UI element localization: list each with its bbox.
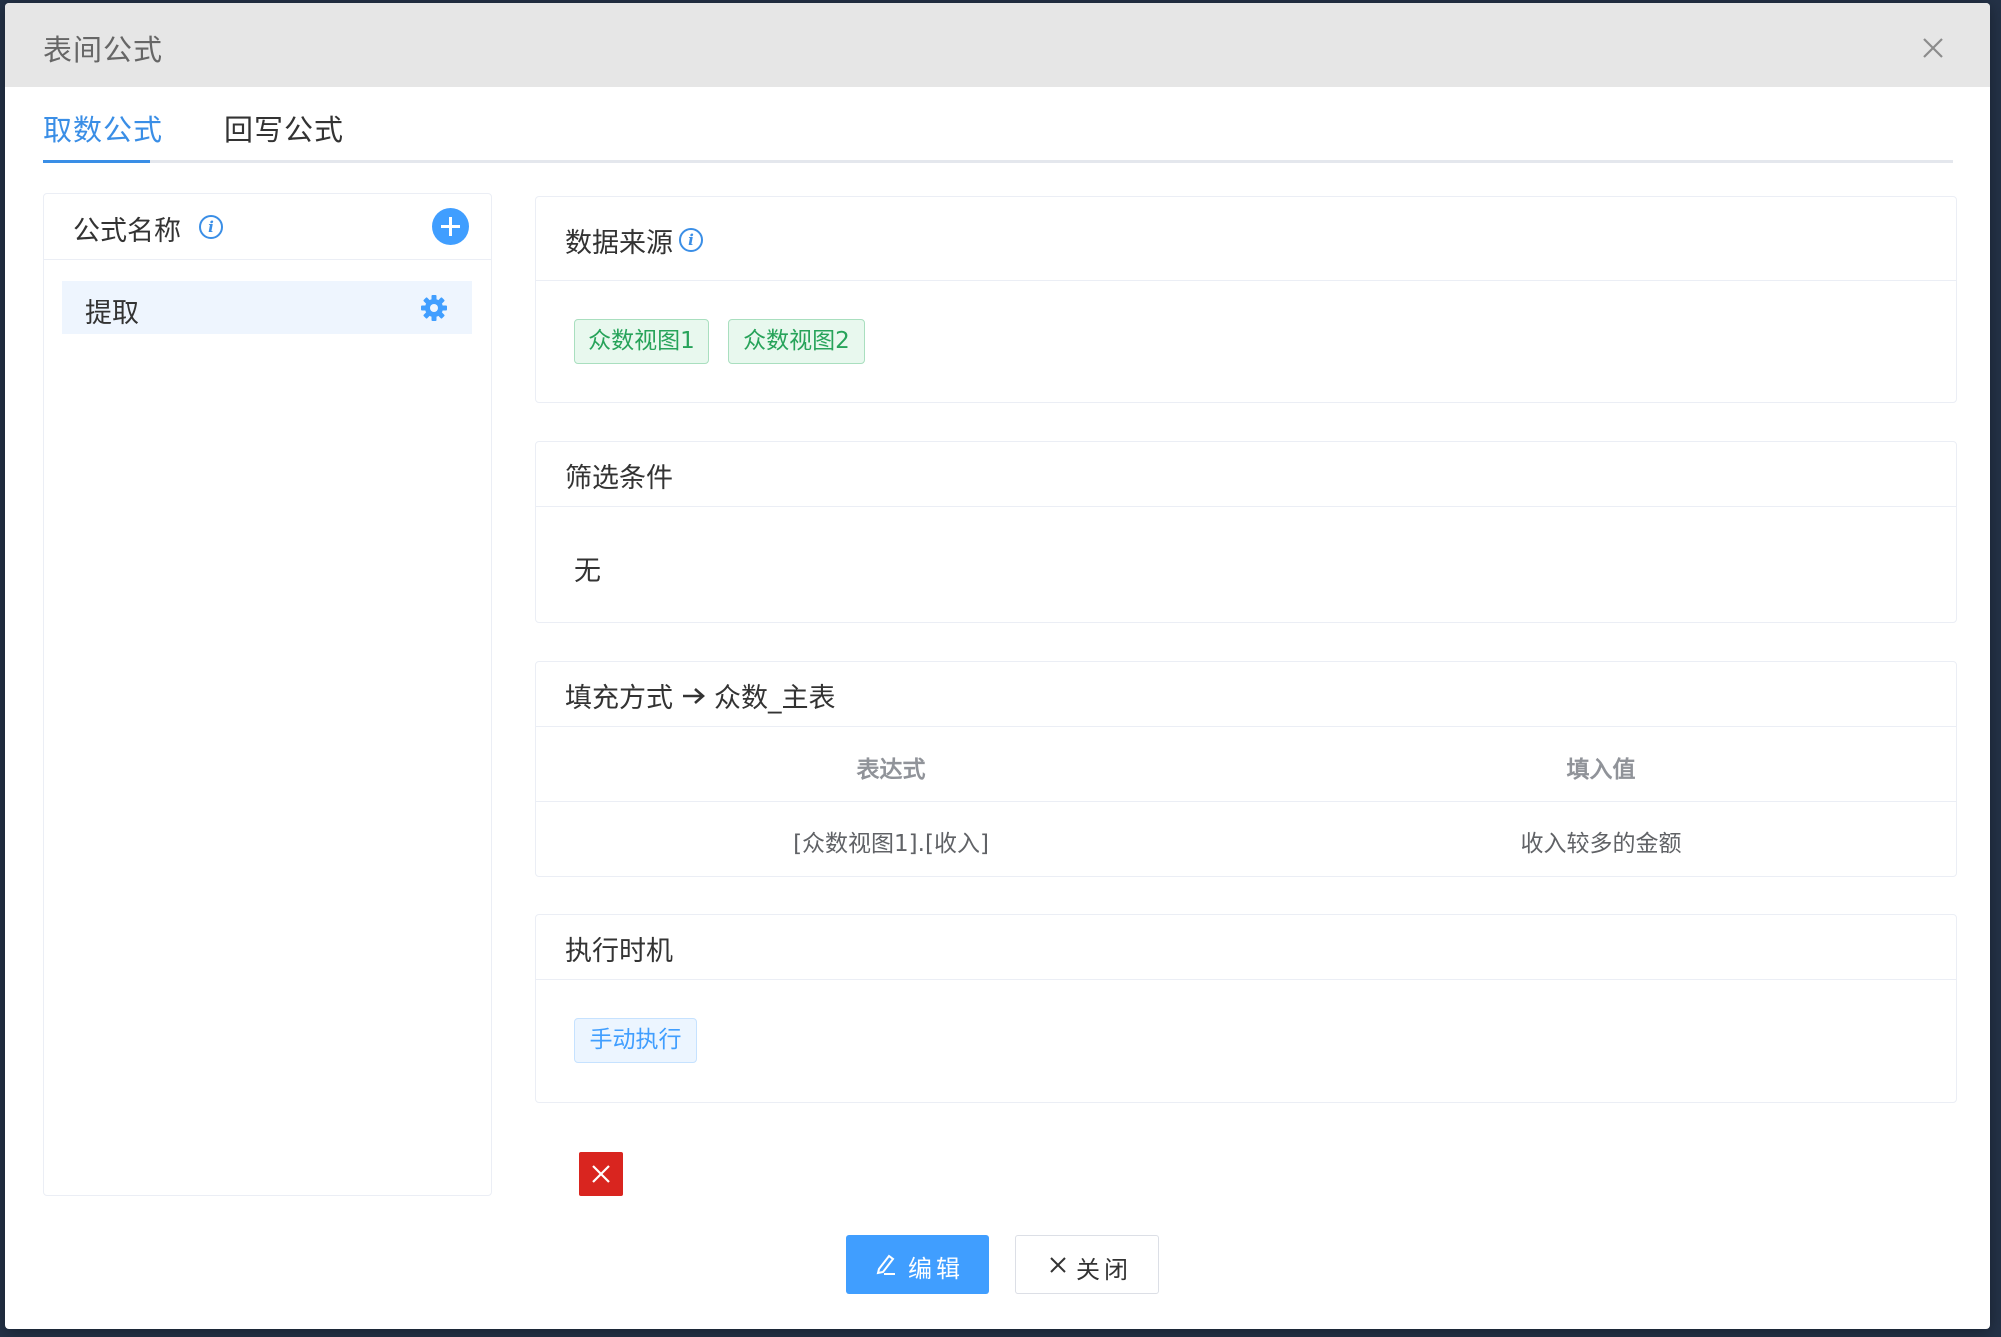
close-icon — [1048, 1255, 1068, 1279]
tab-fetch-formula[interactable]: 取数公式 — [43, 107, 163, 149]
fill-method-card: 填充方式 众数_主表 表达式 填入值 [众数视图1].[收入] 收入较多的金额 — [535, 661, 1957, 877]
edit-button-label: 编辑 — [908, 1255, 964, 1283]
execution-timing-tag[interactable]: 手动执行 — [574, 1018, 697, 1063]
dialog-title: 表间公式 — [43, 33, 164, 67]
data-source-header: 数据来源 i — [536, 197, 1956, 281]
execution-timing-card: 执行时机 手动执行 — [535, 914, 1957, 1103]
execution-timing-title: 执行时机 — [565, 936, 673, 967]
formula-list-item[interactable]: 提取 — [62, 281, 472, 334]
data-source-tag[interactable]: 众数视图2 — [728, 319, 865, 364]
gear-icon[interactable] — [420, 294, 448, 322]
table-header-expression: 表达式 — [856, 757, 926, 783]
close-icon[interactable] — [1918, 33, 1948, 63]
info-icon[interactable]: i — [199, 215, 223, 239]
fill-method-title: 填充方式 — [565, 683, 673, 714]
fill-method-header: 填充方式 众数_主表 — [536, 662, 1956, 727]
filter-card: 筛选条件 无 — [535, 441, 1957, 623]
close-icon — [592, 1165, 610, 1183]
arrow-right-icon — [680, 686, 708, 706]
dialog-header: 表间公式 — [5, 3, 1990, 87]
pencil-icon — [875, 1252, 897, 1280]
add-formula-button[interactable] — [432, 208, 469, 245]
formula-item-label: 提取 — [85, 298, 139, 329]
table-cell-expression: [众数视图1].[收入] — [793, 831, 989, 857]
formula-list-panel: 公式名称 i 提取 — [43, 193, 492, 1196]
tab-writeback-formula[interactable]: 回写公式 — [224, 107, 344, 149]
info-icon[interactable]: i — [679, 228, 703, 252]
formula-list-header: 公式名称 i — [44, 194, 491, 260]
execution-timing-header: 执行时机 — [536, 915, 1956, 980]
filter-value: 无 — [574, 556, 601, 587]
fill-target-table: 众数_主表 — [714, 683, 836, 714]
close-button[interactable]: 关闭 — [1015, 1235, 1159, 1294]
tab-baseline — [43, 160, 1953, 163]
tab-active-indicator — [43, 160, 150, 163]
edit-button[interactable]: 编辑 — [846, 1235, 989, 1294]
filter-title: 筛选条件 — [565, 463, 673, 494]
data-source-tag[interactable]: 众数视图1 — [574, 319, 709, 364]
data-source-card: 数据来源 i 众数视图1 众数视图2 — [535, 196, 1957, 403]
table-cell-value: 收入较多的金额 — [1520, 831, 1682, 857]
filter-header: 筛选条件 — [536, 442, 1956, 507]
table-divider — [536, 801, 1956, 802]
data-source-title: 数据来源 — [565, 228, 673, 259]
formula-list-title: 公式名称 — [73, 216, 181, 247]
close-button-label: 关闭 — [1076, 1256, 1132, 1284]
formula-dialog: 表间公式 取数公式 回写公式 公式名称 i 提取 数据来源 i 众数视图1 众数… — [5, 3, 1990, 1329]
table-header-value: 填入值 — [1566, 757, 1636, 783]
delete-formula-button[interactable] — [579, 1152, 623, 1196]
